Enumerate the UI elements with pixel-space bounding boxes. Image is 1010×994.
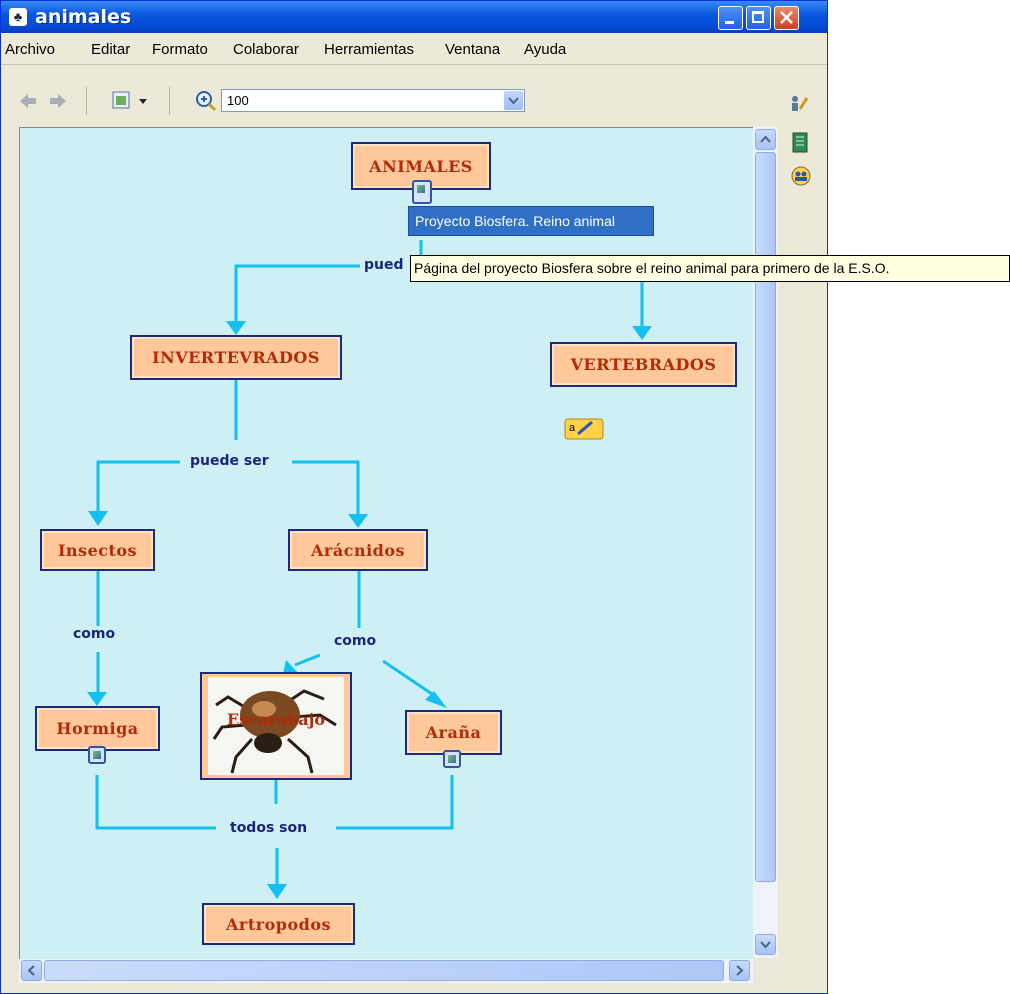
resource-link-icon[interactable]: [412, 180, 432, 204]
scroll-right-button[interactable]: [729, 960, 750, 981]
window-title: animales: [35, 6, 132, 28]
chevron-left-icon: [27, 965, 35, 976]
minimize-button[interactable]: [718, 6, 743, 30]
chevron-down-icon: [760, 941, 771, 949]
menu-colaborar[interactable]: Colaborar: [233, 41, 299, 58]
zoom-dropdown-button[interactable]: [504, 91, 523, 110]
chevron-right-icon: [736, 965, 744, 976]
close-icon: [780, 11, 793, 24]
forward-arrow-icon[interactable]: [49, 93, 67, 109]
resource-title-tooltip[interactable]: Proyecto Biosfera. Reino animal: [408, 206, 654, 236]
chevron-down-icon: [508, 97, 519, 105]
collaborate-icon[interactable]: [788, 93, 810, 113]
svg-text:a: a: [569, 422, 576, 434]
menu-ventana[interactable]: Ventana: [445, 41, 500, 58]
app-window: ♣ animales Archivo Editar Formato Colabo…: [0, 0, 828, 994]
concept-escarabajo-label: Escarabajo: [226, 710, 326, 729]
scroll-left-button[interactable]: [21, 960, 42, 981]
app-icon: ♣: [9, 8, 27, 26]
menu-ayuda[interactable]: Ayuda: [524, 41, 566, 58]
maximize-icon: [752, 11, 764, 23]
view-menu-icon[interactable]: [111, 89, 151, 113]
link-label-puede-ser[interactable]: puede ser: [186, 453, 273, 469]
book-icon[interactable]: [791, 132, 809, 154]
concept-invertebrados[interactable]: INVERTEVRADOS: [130, 335, 342, 380]
concept-aracnidos[interactable]: Arácnidos: [288, 529, 428, 571]
zoom-select[interactable]: 100: [221, 89, 525, 112]
concept-vertebrados[interactable]: VERTEBRADOS: [550, 342, 737, 387]
side-panel: [780, 127, 827, 959]
menu-bar: Archivo Editar Formato Colaborar Herrami…: [1, 34, 827, 65]
minimize-icon: [725, 21, 734, 24]
link-label-puede[interactable]: pued: [360, 257, 408, 273]
vertical-scrollbar[interactable]: [753, 127, 778, 958]
hormiga-image-icon[interactable]: [88, 746, 106, 764]
back-arrow-icon[interactable]: [19, 93, 37, 109]
link-label-como-left[interactable]: como: [69, 626, 120, 642]
link-label-como-right[interactable]: como: [330, 633, 381, 649]
scroll-down-button[interactable]: [755, 934, 776, 955]
zoom-value: 100: [227, 93, 249, 108]
concept-artropodos[interactable]: Artropodos: [202, 903, 355, 945]
concept-insectos[interactable]: Insectos: [40, 529, 155, 571]
concept-map-canvas[interactable]: ANIMALES INVERTEVRADOS VERTEBRADOS a Ins…: [19, 127, 753, 960]
chevron-up-icon: [760, 135, 771, 143]
horizontal-scrollbar[interactable]: [19, 959, 753, 983]
concept-arana[interactable]: Araña: [405, 710, 502, 755]
horizontal-scroll-thumb[interactable]: [44, 960, 724, 981]
menu-formato[interactable]: Formato: [152, 41, 208, 58]
resource-title-text: Proyecto Biosfera. Reino animal: [415, 213, 615, 229]
maximize-button[interactable]: [746, 6, 771, 30]
resource-description-text: Página del proyecto Biosfera sobre el re…: [414, 260, 890, 276]
menu-herramientas[interactable]: Herramientas: [324, 41, 414, 58]
menu-archivo[interactable]: Archivo: [5, 41, 55, 58]
toolbar: 100: [1, 65, 827, 123]
resource-description-tooltip: Página del proyecto Biosfera sobre el re…: [410, 255, 1010, 282]
concept-escarabajo[interactable]: Escarabajo: [200, 672, 352, 780]
title-bar[interactable]: ♣ animales: [1, 1, 827, 33]
link-label-todos-son[interactable]: todos son: [226, 820, 312, 836]
arana-image-icon[interactable]: [443, 750, 461, 768]
close-button[interactable]: [774, 6, 799, 30]
zoom-icon[interactable]: [194, 89, 218, 113]
users-icon[interactable]: [790, 165, 812, 187]
scroll-up-button[interactable]: [755, 129, 776, 150]
annotation-icon[interactable]: a: [564, 416, 606, 442]
menu-editar[interactable]: Editar: [91, 41, 130, 58]
concept-hormiga[interactable]: Hormiga: [35, 706, 160, 751]
